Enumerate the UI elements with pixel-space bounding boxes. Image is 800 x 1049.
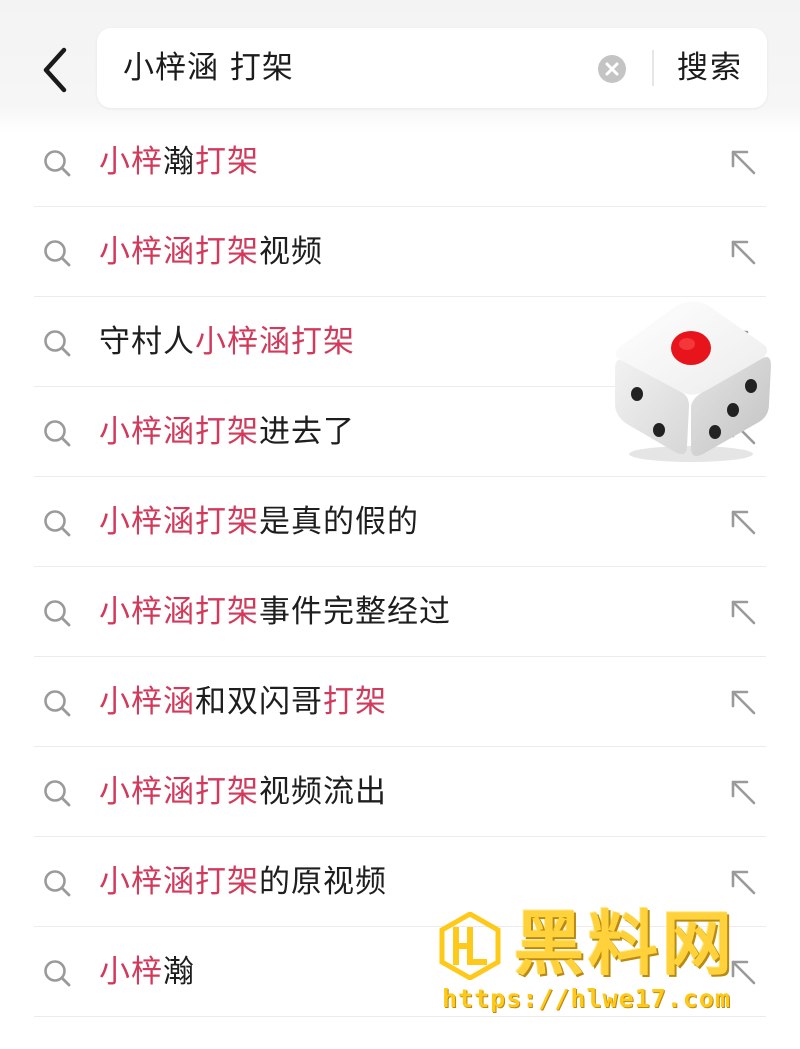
arrow-up-left-icon[interactable] (728, 147, 758, 177)
search-icon (44, 420, 71, 447)
suggestion-label: 小梓涵打架进去了 (99, 387, 355, 477)
suggestion-text: 瀚 (163, 954, 195, 990)
back-button[interactable] (34, 44, 78, 96)
search-box[interactable]: 小梓涵 打架 搜索 (97, 28, 767, 108)
watermark: 黑料网 https://hlwe17.com (436, 903, 776, 1022)
suggestion-row[interactable]: 小梓涵打架事件完整经过 (0, 567, 800, 657)
suggestion-text: 瀚 (163, 144, 195, 180)
search-icon (44, 510, 71, 537)
search-icon (44, 960, 71, 987)
suggestion-label: 守村人小梓涵打架 (99, 297, 355, 387)
suggestion-label: 小梓瀚 (99, 927, 195, 1017)
suggestion-text: 视频 (259, 234, 323, 270)
search-icon (44, 150, 71, 177)
highlighted-text: 小梓 (99, 954, 163, 990)
arrow-up-left-icon[interactable] (728, 237, 758, 267)
suggestion-label: 小梓涵打架视频流出 (99, 747, 387, 837)
suggestion-text: 视频流出 (259, 774, 387, 810)
suggestion-label: 小梓涵和双闪哥打架 (99, 657, 387, 747)
search-icon (44, 780, 71, 807)
highlighted-text: 小梓涵打架 (99, 504, 259, 540)
search-icon (44, 870, 71, 897)
highlighted-text: 小梓涵打架 (195, 324, 355, 360)
search-icon (44, 330, 71, 357)
watermark-url: https://hlwe17.com (442, 984, 731, 1013)
highlighted-text: 小梓涵打架 (99, 234, 259, 270)
highlighted-text: 打架 (323, 684, 387, 720)
arrow-up-left-icon[interactable] (728, 867, 758, 897)
arrow-up-left-icon[interactable] (728, 777, 758, 807)
suggestion-text: 守村人 (99, 324, 195, 360)
highlighted-text: 小梓涵打架 (99, 864, 259, 900)
dice-button[interactable] (603, 294, 775, 466)
suggestion-label: 小梓涵打架事件完整经过 (99, 567, 451, 657)
top-search-bar: 小梓涵 打架 搜索 (0, 0, 800, 132)
suggestion-text: 的原视频 (259, 864, 387, 900)
suggestion-text: 和双闪哥 (195, 684, 323, 720)
arrow-up-left-icon[interactable] (728, 687, 758, 717)
suggestion-label: 小梓涵打架的原视频 (99, 837, 387, 927)
suggestion-label: 小梓涵打架视频 (99, 207, 323, 297)
search-button[interactable]: 搜索 (677, 28, 743, 108)
highlighted-text: 小梓涵打架 (99, 414, 259, 450)
highlighted-text: 打架 (195, 144, 259, 180)
suggestion-row[interactable]: 小梓涵打架是真的假的 (0, 477, 800, 567)
clear-circle-icon (598, 55, 626, 83)
highlighted-text: 小梓涵打架 (99, 774, 259, 810)
suggestion-label: 小梓涵打架是真的假的 (99, 477, 419, 567)
search-icon (44, 600, 71, 627)
arrow-up-left-icon[interactable] (728, 507, 758, 537)
highlighted-text: 小梓 (99, 144, 163, 180)
watermark-logo-icon (439, 912, 501, 980)
suggestion-row[interactable]: 小梓瀚打架 (0, 117, 800, 207)
suggestion-text: 是真的假的 (259, 504, 419, 540)
suggestion-text: 进去了 (259, 414, 355, 450)
suggestion-row[interactable]: 小梓涵和双闪哥打架 (0, 657, 800, 747)
highlighted-text: 小梓涵 (99, 684, 195, 720)
suggestion-label: 小梓瀚打架 (99, 117, 259, 207)
suggestion-text: 事件完整经过 (259, 594, 451, 630)
suggestion-list: 小梓瀚打架 小梓涵打架视频 守村人小梓涵打架 小梓涵打架进去了 小梓涵打架是真的假的 小梓… (0, 117, 800, 1017)
chevron-left-icon (43, 47, 67, 93)
clear-button[interactable] (597, 54, 627, 84)
highlighted-text: 小梓涵打架 (99, 594, 259, 630)
dice-icon (615, 301, 771, 462)
divider (652, 50, 654, 86)
search-icon (44, 240, 71, 267)
suggestion-row[interactable]: 小梓涵打架视频 (0, 207, 800, 297)
arrow-up-left-icon[interactable] (728, 597, 758, 627)
search-input[interactable]: 小梓涵 打架 (123, 28, 294, 108)
suggestion-row[interactable]: 小梓涵打架视频流出 (0, 747, 800, 837)
search-icon (44, 690, 71, 717)
watermark-title: 黑料网 (514, 903, 736, 985)
